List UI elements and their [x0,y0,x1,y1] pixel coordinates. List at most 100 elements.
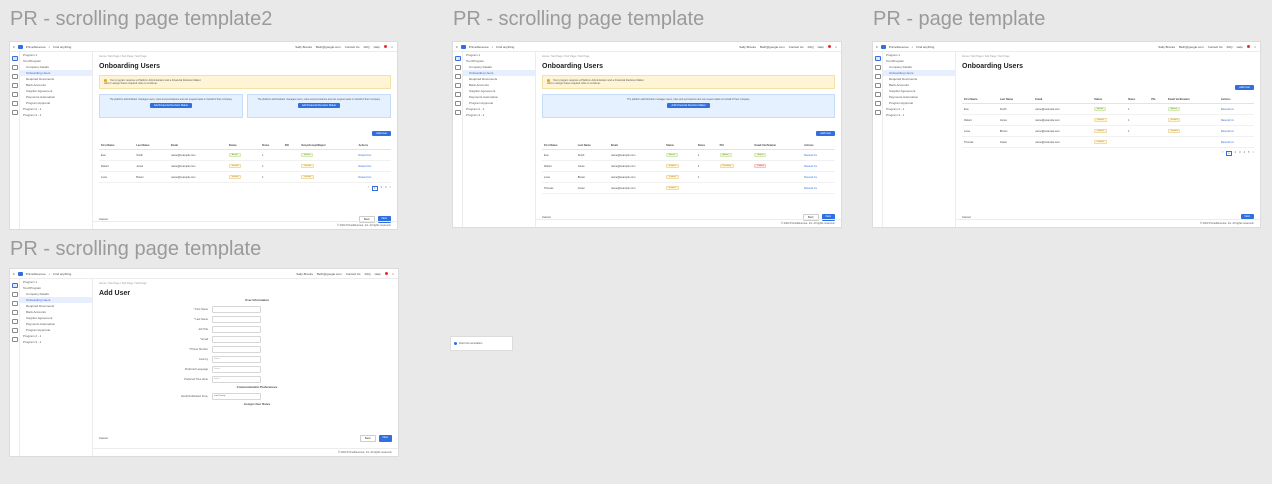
page-button[interactable]: 2 [1235,151,1236,156]
faq-link[interactable]: FAQ [364,45,370,49]
resend-invite-link[interactable]: Resend inv [1221,119,1234,122]
column-header[interactable]: Notes [695,141,718,151]
table-row[interactable]: Robert Jones name@example.com Invited 1 Pendi… [542,160,835,173]
document-icon[interactable] [11,74,18,79]
page-button[interactable]: 3 [385,186,386,191]
breadcrumb[interactable]: Home / Sub Page / Sub Page / Sub Page [93,52,397,61]
resend-invite-link[interactable]: Resend inv [1221,130,1234,133]
chart-icon[interactable] [454,65,461,70]
column-header[interactable]: Deny/Accept/Reject [299,141,357,151]
table-cell[interactable]: Resend inv [802,182,835,195]
text-field[interactable] [212,335,261,343]
page-button[interactable]: 3 [1239,151,1240,156]
document-icon[interactable] [874,74,881,79]
page-button[interactable]: 2 [381,186,382,191]
select-field[interactable]: Select [212,375,261,383]
column-header[interactable]: First Name [542,141,576,151]
home-icon[interactable] [11,56,18,61]
resend-invite-link[interactable]: Resend inv [1221,141,1234,144]
document-icon[interactable] [11,301,18,306]
users-icon[interactable] [874,92,881,97]
column-header[interactable]: PAI [717,141,753,151]
column-header[interactable]: Email [1033,95,1093,104]
resend-invite-link[interactable]: Resend inv [359,176,372,179]
search-input[interactable]: Find anything [916,45,934,49]
home-icon[interactable] [454,56,461,61]
page-button[interactable]: < [368,186,370,191]
select-field[interactable]: Select [212,355,261,363]
column-header[interactable]: Email Verification [752,141,803,151]
sidebar-item-program-3[interactable]: Program 3 - 1 [883,112,955,118]
user-name[interactable]: Sally Brooks [739,45,756,49]
column-header[interactable]: Status [1092,95,1127,104]
add-decision-maker-button[interactable]: Add Financial Decision Maker [667,103,710,109]
resend-invite-link[interactable]: Resend inv [804,165,817,168]
users-icon[interactable] [11,92,18,97]
grid-icon[interactable] [11,83,18,88]
help-link[interactable]: Help [374,45,380,49]
flag-icon[interactable] [383,45,387,48]
page-button[interactable]: > [389,186,391,191]
faq-link[interactable]: FAQ [808,45,814,49]
menu-icon[interactable]: ≡ [876,45,878,49]
column-header[interactable]: Email [168,141,227,151]
menu-icon[interactable]: ≡ [13,45,15,49]
settings-icon[interactable] [11,101,18,106]
help-link[interactable]: Help [1237,45,1243,49]
add-decision-maker-button[interactable]: Add Financial Decision Maker [297,103,341,109]
contact-link[interactable]: Contact Us [1208,45,1223,49]
table-row[interactable]: Eva Smith name@example.com Active 1 Active Res… [962,103,1254,115]
sidebar-item-program-3[interactable]: Program 3 - 1 [20,339,92,345]
add-user-button[interactable]: Add User [816,131,835,137]
back-button[interactable]: Back [359,435,376,442]
search-icon[interactable]: ⌕ [492,45,494,49]
breadcrumb[interactable]: Home / Sub Page / Sub Page / Sub Page [536,52,841,61]
field-info-component[interactable]: Field info annotation [451,337,512,350]
table-cell[interactable]: Resend inv [356,171,391,184]
resend-invite-link[interactable]: Resend inv [1221,108,1234,111]
grid-icon[interactable] [874,83,881,88]
notification-frequency-select[interactable]: Low Priority [212,392,261,400]
page-button[interactable]: 1 [372,186,378,192]
document-icon[interactable] [454,74,461,79]
bell-icon[interactable]: ♫ [392,272,394,276]
bell-icon[interactable]: ♫ [835,45,837,49]
table-row[interactable]: Lena Brown name@example.com Invited 1 Invited… [962,125,1254,137]
table-row[interactable]: Lena Brown name@example.com Invited 1 Invited… [99,171,391,184]
search-input[interactable]: Find anything [53,45,71,49]
page-button[interactable]: 5 [1248,151,1249,156]
menu-icon[interactable]: ≡ [13,272,15,276]
folder-icon[interactable] [11,110,18,115]
text-field[interactable] [212,305,261,313]
faq-link[interactable]: FAQ [365,272,371,276]
flag-icon[interactable] [827,45,831,48]
users-icon[interactable] [11,319,18,324]
home-icon[interactable] [874,56,881,61]
user-name[interactable]: Sally Brooks [1158,45,1175,49]
table-cell[interactable]: Resend inv [802,160,835,173]
column-header[interactable]: Last Name [997,95,1034,104]
flag-icon[interactable] [1246,45,1250,48]
users-icon[interactable] [454,92,461,97]
settings-icon[interactable] [874,101,881,106]
column-header[interactable]: PAI [1149,95,1167,104]
column-header[interactable]: Notes [260,141,283,151]
grid-icon[interactable] [11,310,18,315]
resend-invite-link[interactable]: Resend inv [359,154,372,157]
resend-invite-link[interactable]: Resend inv [359,165,372,168]
search-input[interactable]: Find anything [53,272,71,276]
table-row[interactable]: Robert Jones name@example.com Invited 1 Invit… [962,114,1254,126]
search-input[interactable]: Find anything [496,45,514,49]
column-header[interactable]: First Name [962,95,998,104]
user-email[interactable]: Beth@google.com [1179,45,1204,49]
table-cell[interactable]: Resend inv [356,160,391,173]
faq-link[interactable]: FAQ [1227,45,1233,49]
chart-icon[interactable] [11,292,18,297]
table-row[interactable]: Eva Smith name@example.com Active 1 Active Res… [99,149,391,162]
column-header[interactable]: Status [664,141,696,151]
search-icon[interactable]: ⌕ [49,272,51,276]
table-cell[interactable]: Resend inv [802,171,835,184]
user-name[interactable]: Sally Brooks [295,45,312,49]
breadcrumb[interactable]: Home / Sub Page / Sub Page / Sub Page [93,279,398,288]
flag-icon[interactable] [384,272,388,275]
